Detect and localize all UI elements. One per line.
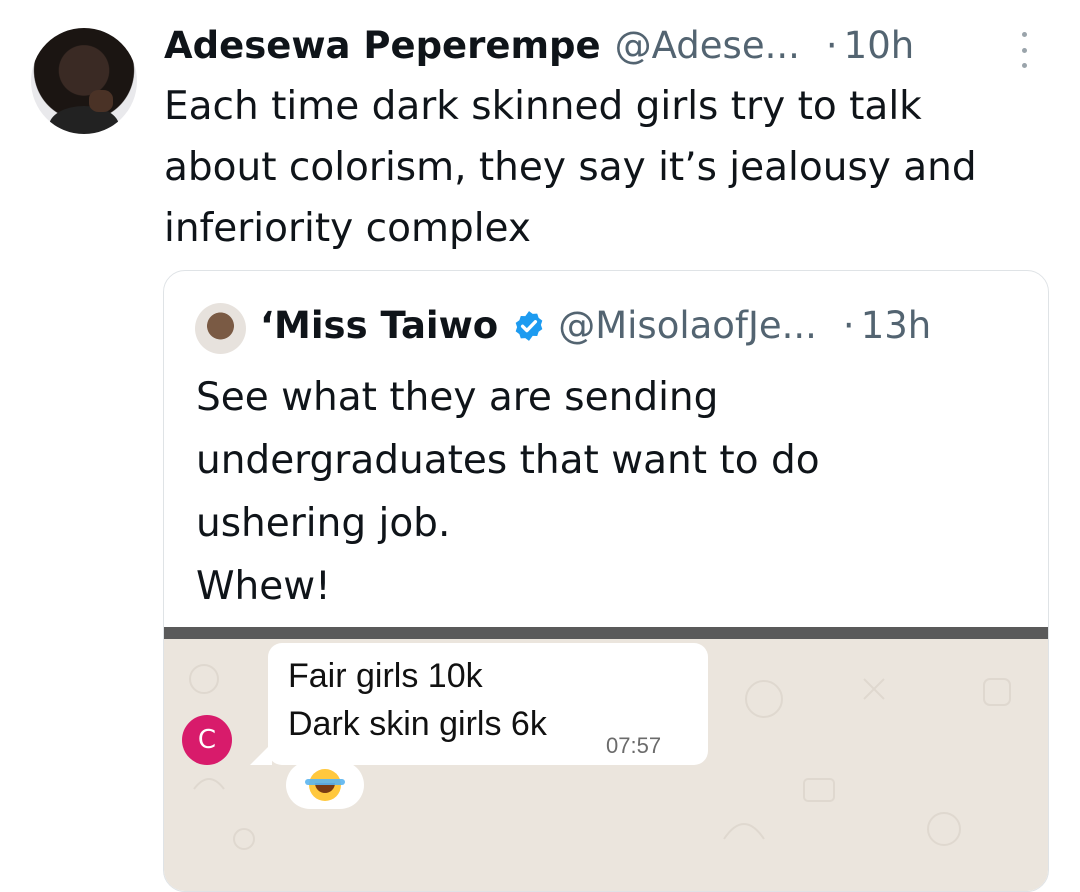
media-top-bar [164,627,1048,639]
quoted-tweet-time[interactable]: 13h [861,301,932,351]
quoted-tweet-header: ‘Miss Taiwo @MisolaofJe... · 13h [260,301,931,351]
laughing-with-tears-emoji-icon [305,769,345,801]
tweet-time[interactable]: 10h [844,22,915,70]
more-options-icon[interactable] [1016,32,1032,68]
quoted-author-name[interactable]: ‘Miss Taiwo [260,301,498,351]
quoted-tweet-text: See what they are sending undergraduates… [196,375,820,609]
quoted-separator-dot: · [842,304,855,347]
author-avatar[interactable] [31,28,137,134]
chat-message-time: 07:57 [606,733,662,758]
separator-dot: · [825,24,838,67]
verified-badge-icon [515,311,543,341]
chat-message-line-1: Fair girls 10k [288,657,483,695]
quoted-tweet[interactable]: ‘Miss Taiwo @MisolaofJe... · 13h See wha… [163,270,1049,892]
tweet-header: Adesewa Peperempe @Adese... · 10h [164,22,914,70]
chat-contact-avatar: C [182,715,232,765]
chat-reaction [286,761,364,809]
tweet-text: Each time dark skinned girls try to talk… [164,84,977,251]
author-handle[interactable]: @Adese... [615,22,800,70]
chat-message-bubble: Fair girls 10k Dark skin girls 6k 07:57 [268,643,708,765]
quoted-media-image[interactable]: C Fair girls 10k Dark skin girls 6k 07:5… [164,627,1048,891]
author-name[interactable]: Adesewa Peperempe [164,22,601,70]
chat-message-line-2: Dark skin girls 6k [288,705,547,743]
quoted-author-avatar[interactable] [195,303,246,354]
quoted-author-handle[interactable]: @MisolaofJe... [558,301,817,351]
